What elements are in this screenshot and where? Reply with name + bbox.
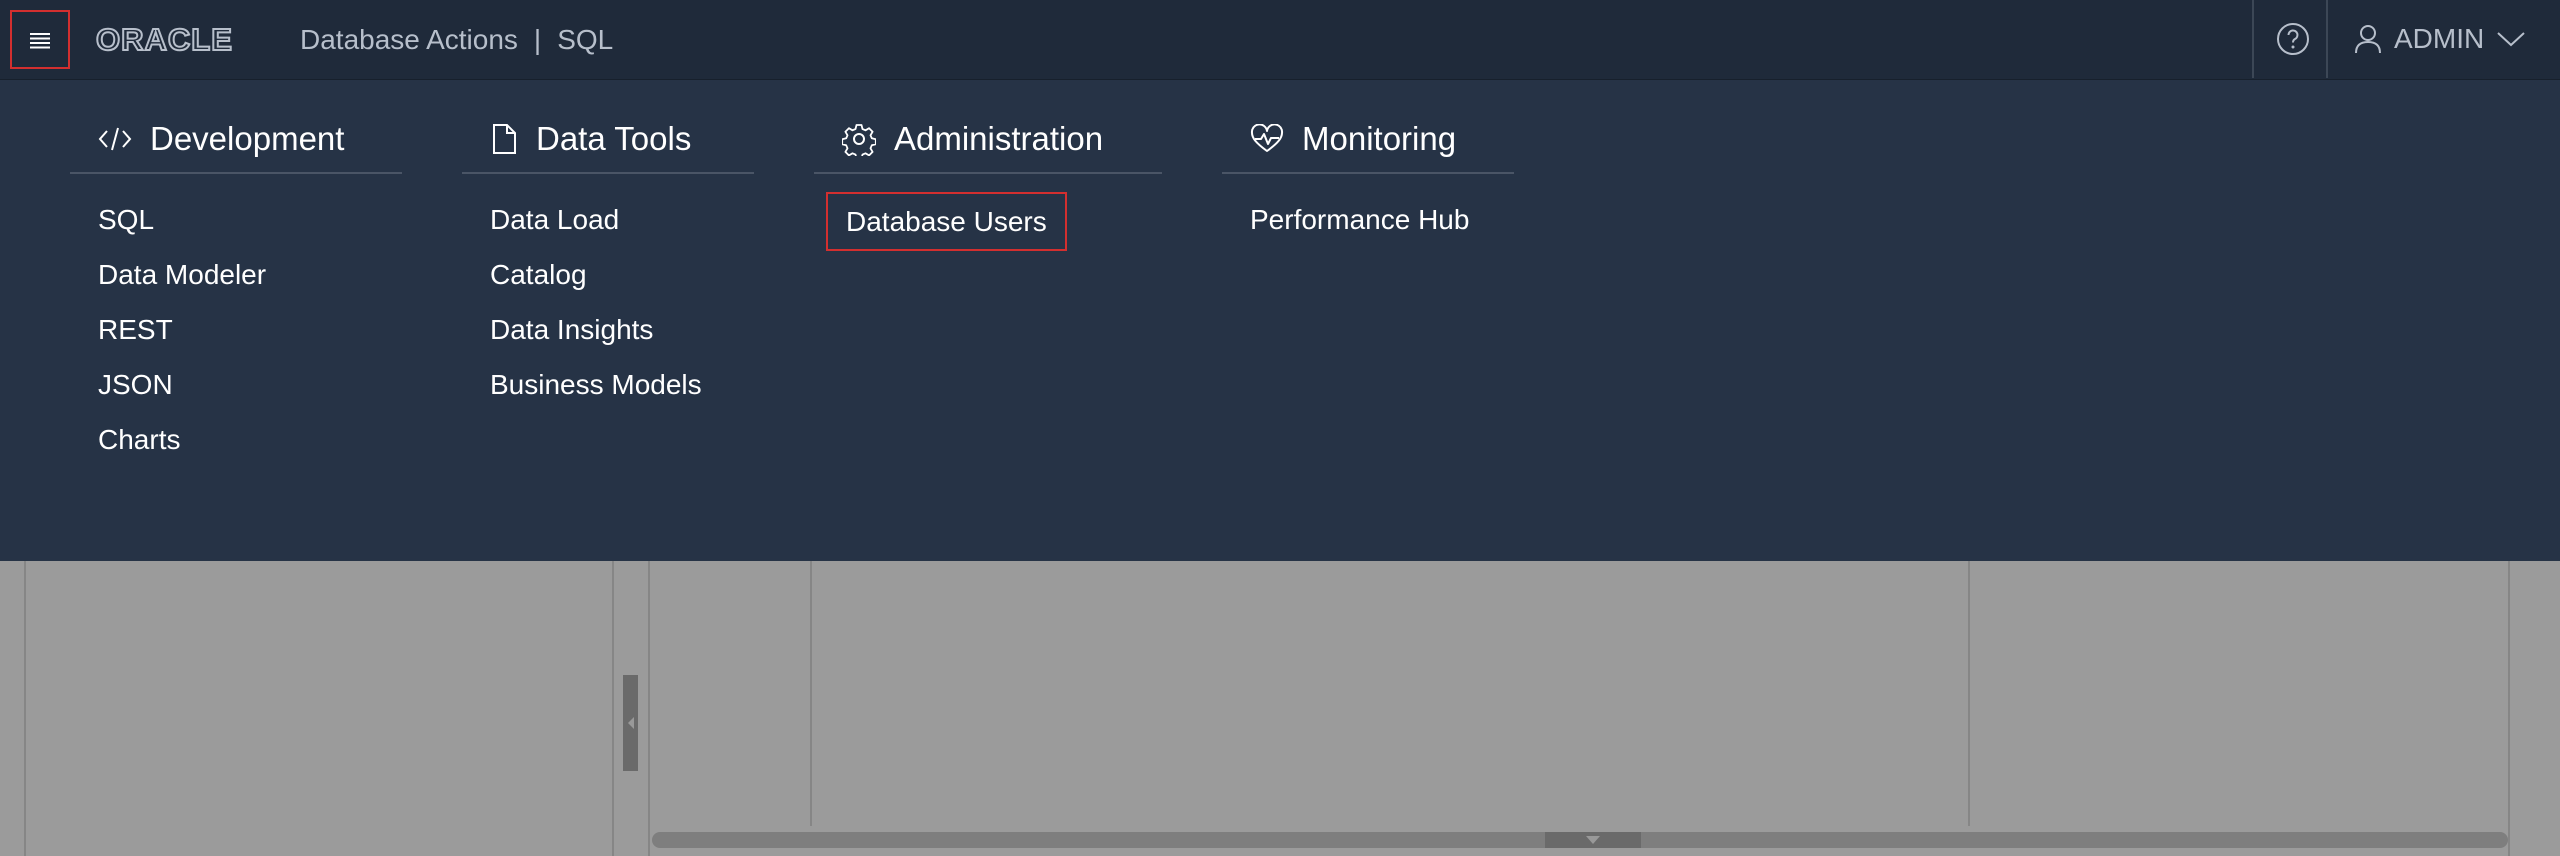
brand-text: ORACLE [96, 24, 233, 56]
scroll-thumb[interactable] [1545, 832, 1641, 848]
splitter-handle[interactable] [623, 675, 638, 771]
chevron-down-icon [2497, 32, 2525, 47]
nav-item-database-users[interactable]: Database Users [814, 192, 1162, 251]
header-divider [2252, 0, 2254, 78]
workspace-overlay [0, 561, 2560, 856]
app-page: ORACLE Database Actions | SQL ADMIN Deve… [0, 0, 2560, 856]
section-header: Development [70, 120, 402, 174]
section-title: Monitoring [1302, 120, 1457, 157]
nav-section-development: Development SQL Data Modeler REST JSON C… [70, 120, 402, 467]
app-name: Database Actions [300, 24, 518, 55]
nav-item-business-models[interactable]: Business Models [462, 357, 754, 412]
nav-item-catalog[interactable]: Catalog [462, 247, 754, 302]
hamburger-menu-button[interactable] [10, 10, 70, 69]
nav-item-data-load[interactable]: Data Load [462, 192, 754, 247]
section-header: Monitoring [1222, 120, 1514, 174]
nav-section-administration: Administration Database Users [814, 120, 1162, 251]
help-button[interactable] [2256, 0, 2330, 78]
nav-item-data-modeler[interactable]: Data Modeler [70, 247, 402, 302]
header-divider [2326, 0, 2328, 78]
panel-border [612, 561, 614, 856]
user-icon [2355, 25, 2381, 54]
section-title: Data Tools [536, 120, 692, 157]
grid-divider [1968, 561, 1970, 826]
nav-section-data-tools: Data Tools Data Load Catalog Data Insigh… [462, 120, 754, 412]
current-page-label: SQL [557, 24, 614, 55]
app-title: Database Actions | SQL [300, 22, 613, 58]
help-icon [2277, 23, 2309, 55]
section-title: Development [150, 120, 345, 157]
nav-item-label: Database Users [826, 192, 1067, 251]
nav-item-performance-hub[interactable]: Performance Hub [1222, 192, 1514, 247]
section-header: Administration [814, 120, 1162, 174]
caret-down-icon [1586, 836, 1600, 844]
panel-border [648, 561, 650, 856]
nav-item-data-insights[interactable]: Data Insights [462, 302, 754, 357]
panel-border [24, 561, 26, 856]
heart-pulse-icon [1250, 124, 1284, 152]
nav-section-monitoring: Monitoring Performance Hub [1222, 120, 1514, 247]
section-title: Administration [894, 120, 1104, 157]
nav-item-charts[interactable]: Charts [70, 412, 402, 467]
oracle-logo: ORACLE [96, 22, 296, 58]
nav-item-rest[interactable]: REST [70, 302, 402, 357]
code-icon [98, 127, 132, 151]
user-name: ADMIN [2394, 23, 2485, 54]
user-menu-button[interactable]: ADMIN [2354, 0, 2544, 78]
panel-border [2508, 561, 2510, 856]
gear-icon [842, 124, 876, 156]
nav-item-sql[interactable]: SQL [70, 192, 402, 247]
title-separator: | [533, 24, 542, 55]
top-bar: ORACLE Database Actions | SQL ADMIN [0, 0, 2560, 80]
nav-item-json[interactable]: JSON [70, 357, 402, 412]
document-icon [493, 124, 516, 154]
section-header: Data Tools [462, 120, 754, 174]
collapse-left-icon [627, 717, 634, 729]
grid-divider [810, 561, 812, 826]
navigation-menu: Development SQL Data Modeler REST JSON C… [0, 80, 2560, 561]
menu-icon [30, 32, 50, 48]
